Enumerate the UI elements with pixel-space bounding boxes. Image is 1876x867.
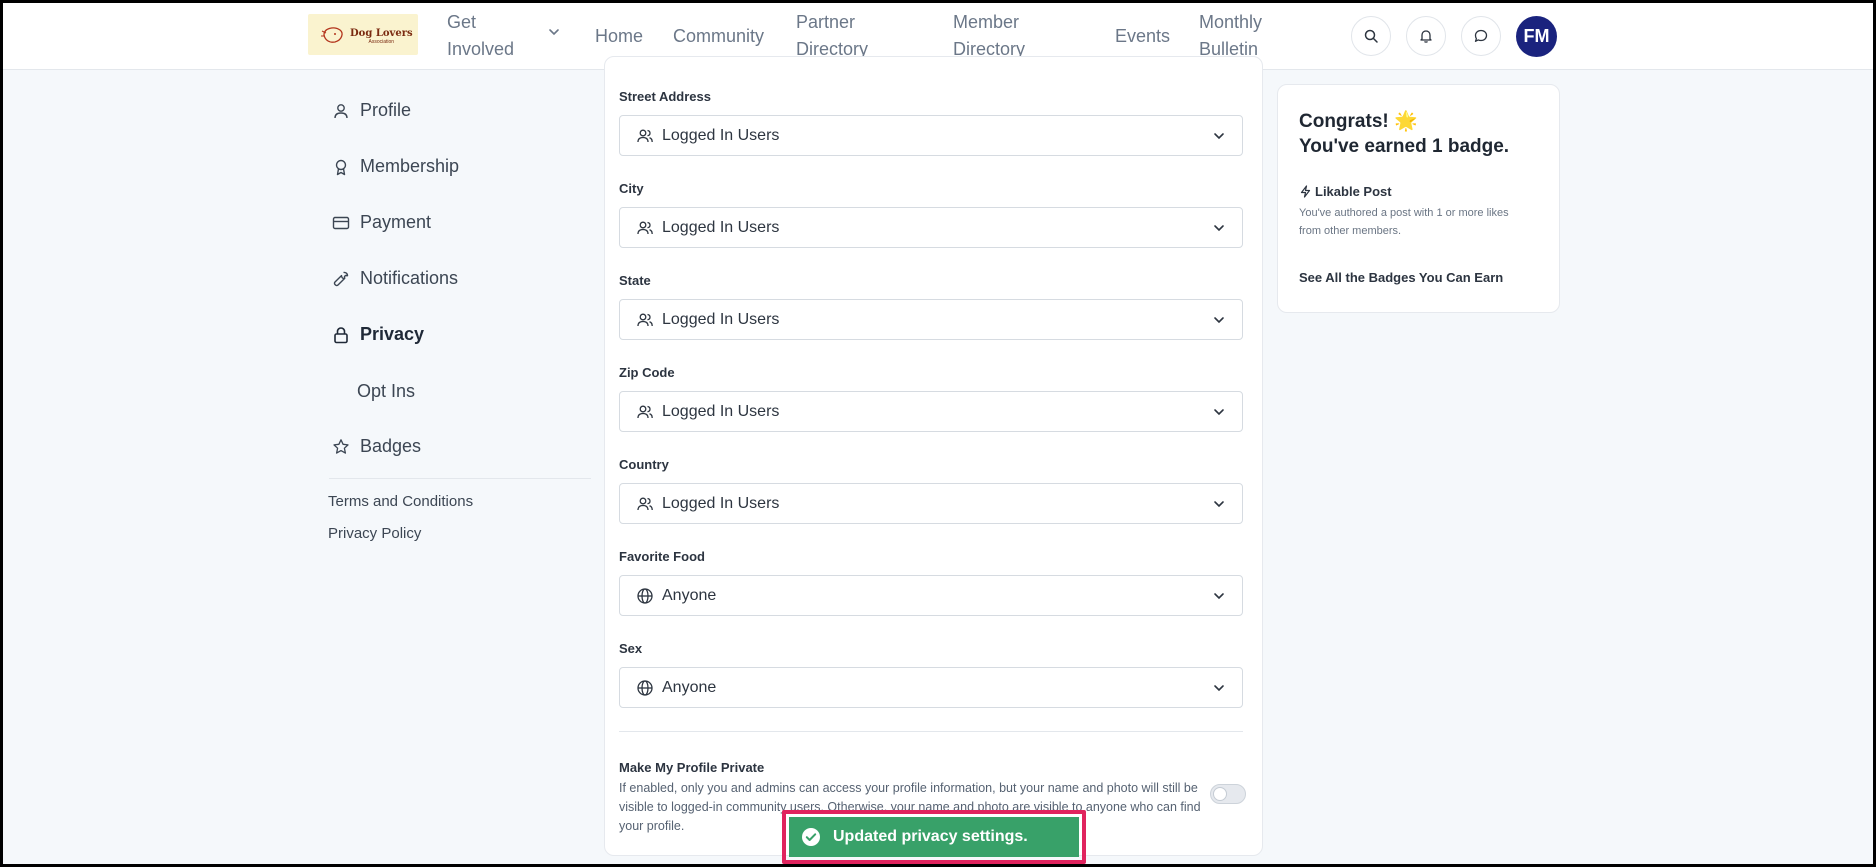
- chevron-down-icon[interactable]: [547, 25, 561, 39]
- chevron-down-icon: [1214, 685, 1224, 692]
- dog-lovers-logo[interactable]: Dog Lovers Association: [308, 14, 418, 55]
- nav-events[interactable]: Events: [1115, 23, 1170, 50]
- private-profile-toggle[interactable]: [1210, 784, 1246, 804]
- users-icon: [637, 221, 653, 234]
- badge-description: You've authored a post with 1 or more li…: [1299, 207, 1509, 237]
- zip-code-visibility-select[interactable]: Logged In Users: [619, 391, 1243, 432]
- chevron-down-icon: [1214, 133, 1224, 140]
- chevron-down-icon: [1214, 317, 1224, 324]
- country-visibility-select[interactable]: Logged In Users: [619, 483, 1243, 524]
- field-label-state: State: [619, 273, 651, 288]
- sidebar-item-membership[interactable]: Membership: [332, 156, 459, 177]
- user-avatar[interactable]: FM: [1516, 16, 1557, 57]
- badge-likable-post: Likable Post: [1299, 184, 1392, 199]
- sidebar-divider: [329, 478, 591, 479]
- sidebar-item-payment[interactable]: Payment: [332, 212, 431, 233]
- chevron-down-icon: [1214, 409, 1224, 416]
- globe-icon: [637, 587, 653, 604]
- sidebar-item-privacy[interactable]: Privacy: [332, 324, 424, 345]
- sidebar-item-profile[interactable]: Profile: [332, 100, 411, 121]
- lightning-icon: [1300, 185, 1311, 198]
- field-label-country: Country: [619, 457, 669, 472]
- users-icon: [637, 313, 653, 326]
- nav-partner-directory[interactable]: Partner Directory: [796, 9, 868, 63]
- private-profile-title: Make My Profile Private: [619, 760, 765, 775]
- field-label-city: City: [619, 181, 644, 196]
- bell-icon: [1420, 30, 1432, 43]
- wrench-icon: [333, 271, 349, 286]
- sidebar-item-badges[interactable]: Badges: [332, 436, 421, 457]
- app-window: Dog Lovers Association Get Involved Home…: [3, 3, 1873, 864]
- dog-logo-icon: [321, 26, 343, 43]
- chat-bubble-icon: [1474, 29, 1488, 42]
- toggle-knob: [1213, 787, 1227, 801]
- see-all-badges-link[interactable]: See All the Badges You Can Earn: [1299, 270, 1503, 285]
- field-label-street-address: Street Address: [619, 89, 711, 104]
- users-icon: [637, 129, 653, 142]
- nav-community[interactable]: Community: [673, 23, 764, 50]
- logo-text: Dog Lovers Association: [350, 28, 413, 45]
- search-icon: [1364, 29, 1378, 43]
- notifications-button[interactable]: [1406, 16, 1446, 56]
- star-icon: [333, 438, 349, 454]
- field-label-sex: Sex: [619, 641, 643, 656]
- search-button[interactable]: [1351, 16, 1391, 56]
- lock-icon: [334, 326, 348, 343]
- section-divider: [619, 731, 1243, 732]
- user-icon: [334, 103, 348, 118]
- terms-link[interactable]: Terms and Conditions: [328, 493, 473, 510]
- chevron-down-icon: [1214, 501, 1224, 508]
- street-address-visibility-select[interactable]: Logged In Users: [619, 115, 1243, 156]
- state-visibility-select[interactable]: Logged In Users: [619, 299, 1243, 340]
- chevron-down-icon: [1214, 593, 1224, 600]
- badge-congrats-heading: Congrats! 🌟 You've earned 1 badge.: [1299, 111, 1510, 157]
- sidebar-item-opt-ins[interactable]: Opt Ins: [357, 381, 415, 402]
- award-icon: [335, 159, 347, 175]
- users-icon: [637, 497, 653, 510]
- privacy-settings-card: [604, 56, 1263, 856]
- messages-button[interactable]: [1461, 16, 1501, 56]
- users-icon: [637, 405, 653, 418]
- nav-get-involved[interactable]: Get Involved: [447, 9, 514, 63]
- nav-monthly-bulletin[interactable]: Monthly Bulletin: [1199, 9, 1262, 63]
- privacy-policy-link[interactable]: Privacy Policy: [328, 525, 421, 542]
- chevron-down-icon: [1214, 225, 1224, 232]
- sidebar-item-notifications[interactable]: Notifications: [332, 268, 458, 289]
- city-visibility-select[interactable]: Logged In Users: [619, 207, 1243, 248]
- success-toast: Updated privacy settings.: [789, 817, 1079, 857]
- nav-member-directory[interactable]: Member Directory: [953, 9, 1025, 63]
- nav-home[interactable]: Home: [595, 23, 643, 50]
- check-circle-icon: [802, 828, 820, 846]
- sex-visibility-select[interactable]: Anyone: [619, 667, 1243, 708]
- credit-card-icon: [332, 216, 350, 229]
- field-label-favorite-food: Favorite Food: [619, 549, 705, 564]
- favorite-food-visibility-select[interactable]: Anyone: [619, 575, 1243, 616]
- globe-icon: [637, 679, 653, 696]
- field-label-zip-code: Zip Code: [619, 365, 675, 380]
